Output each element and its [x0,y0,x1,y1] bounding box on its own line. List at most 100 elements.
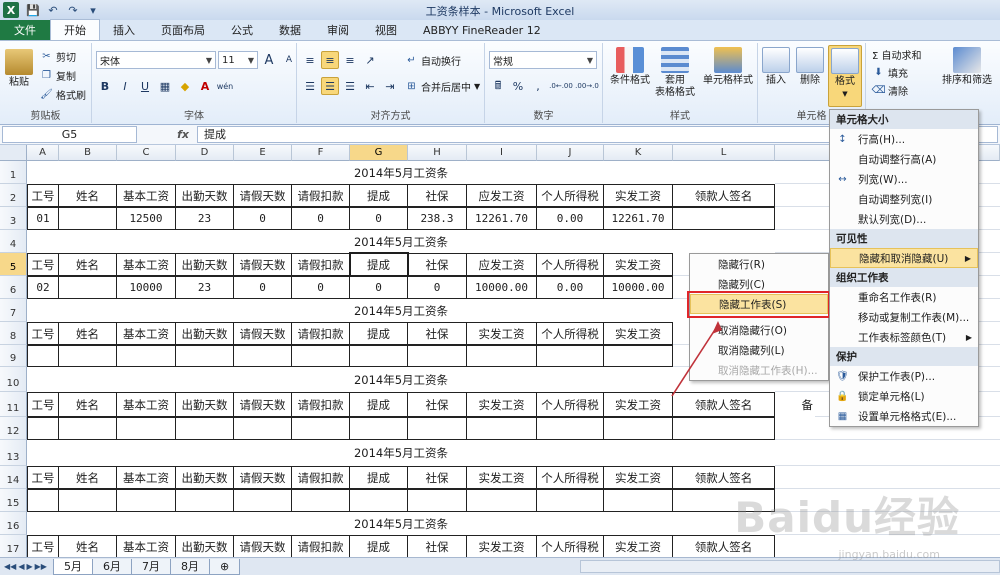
cell[interactable]: 基本工资 [117,322,176,345]
phonetic-icon[interactable]: wén [216,77,234,95]
cell[interactable]: 0 [350,207,408,230]
row-header-12[interactable]: 12 [0,417,27,440]
cell[interactable]: 基本工资 [117,466,176,489]
payslip-title[interactable]: 2014年5月工资条 [27,161,775,184]
cell[interactable]: 个人所得税 [537,253,604,276]
customize-qat-icon[interactable]: ▾ [85,4,101,17]
payslip-title[interactable]: 2014年5月工资条 [27,299,775,322]
tab-file[interactable]: 文件 [0,20,50,40]
sheet-tab-june[interactable]: 6月 [91,558,132,575]
cell[interactable]: 请假扣款 [292,535,350,557]
cell[interactable]: 提成 [350,184,408,207]
row-header-11[interactable]: 11 [0,392,27,417]
align-right-icon[interactable]: ☰ [341,77,359,95]
cell[interactable]: 出勤天数 [176,184,234,207]
save-icon[interactable]: 💾 [25,4,41,17]
column-header-l[interactable]: L [673,145,775,161]
cell[interactable] [604,417,673,440]
hide-rows-item[interactable]: 隐藏行(R) [690,254,828,274]
column-header-f[interactable]: F [292,145,350,161]
undo-icon[interactable]: ↶ [45,4,61,17]
cell[interactable]: 提成 [350,253,408,276]
name-box[interactable]: G5 [2,126,137,143]
cell[interactable]: 个人所得税 [537,466,604,489]
tab-abbyy[interactable]: ABBYY FineReader 12 [410,20,554,40]
row-header-14[interactable]: 14 [0,466,27,489]
cell[interactable]: 工号 [27,322,59,345]
cell[interactable]: 23 [176,276,234,299]
wrap-text-button[interactable]: ↵ 自动换行 [405,53,461,68]
cell[interactable]: 实发工资 [467,322,537,345]
delete-cells-button[interactable]: 删除 [794,47,826,87]
cell[interactable] [234,489,292,512]
cell[interactable]: 实发工资 [467,535,537,557]
cell[interactable]: 0 [292,276,350,299]
increase-indent-icon[interactable]: ⇥ [381,77,399,95]
row-header-2[interactable]: 2 [0,184,27,207]
cell[interactable]: 出勤天数 [176,322,234,345]
row-header-4[interactable]: 4 [0,230,27,253]
cell[interactable] [604,345,673,367]
cell[interactable] [673,417,775,440]
cell[interactable]: 请假天数 [234,392,292,417]
cell[interactable]: 工号 [27,184,59,207]
cell[interactable] [350,489,408,512]
column-header-d[interactable]: D [176,145,234,161]
hide-columns-item[interactable]: 隐藏列(C) [690,274,828,294]
cell[interactable]: 10000.00 [467,276,537,299]
cell[interactable] [467,345,537,367]
cell[interactable]: 0 [234,207,292,230]
font-size-combo[interactable]: 11 ▼ [218,51,258,69]
cell[interactable]: 工号 [27,253,59,276]
tab-data[interactable]: 数据 [266,20,314,40]
cell[interactable]: 0 [292,207,350,230]
align-left-icon[interactable]: ☰ [301,77,319,95]
autofit-row-height-item[interactable]: 自动调整行高(A) [830,149,978,169]
cell[interactable] [234,345,292,367]
sheet-tab-may[interactable]: 5月 [52,558,93,575]
align-bottom-icon[interactable]: ≡ [341,51,359,69]
cell[interactable] [234,417,292,440]
cell[interactable]: 02 [27,276,59,299]
tab-insert[interactable]: 插入 [100,20,148,40]
cell[interactable] [537,345,604,367]
format-cells-item[interactable]: ▦ 设置单元格格式(E)... [830,406,978,426]
underline-icon[interactable]: U [136,77,154,95]
cell[interactable] [117,489,176,512]
cell[interactable]: 姓名 [59,535,117,557]
format-as-table-button[interactable]: 套用 表格格式 [653,47,697,99]
cell[interactable] [59,207,117,230]
cell[interactable]: 请假天数 [234,322,292,345]
column-header-i[interactable]: I [467,145,537,161]
copy-button[interactable]: ❐ 复制 [40,68,76,83]
sheet-tab-july[interactable]: 7月 [130,558,171,575]
row-header-1[interactable]: 1 [0,161,27,184]
cell[interactable]: 238.3 [408,207,467,230]
paste-button[interactable]: 粘贴 [4,49,34,89]
tab-color-item[interactable]: 工作表标签颜色(T) ▶ [830,327,978,347]
italic-icon[interactable]: I [116,77,134,95]
select-all-corner[interactable] [0,145,27,161]
cell[interactable]: 实发工资 [604,253,673,276]
row-header-9[interactable]: 9 [0,345,27,367]
font-name-combo[interactable]: 宋体 ▼ [96,51,216,69]
decrease-indent-icon[interactable]: ⇤ [361,77,379,95]
cell[interactable]: 请假扣款 [292,392,350,417]
row-header-15[interactable]: 15 [0,489,27,512]
cell[interactable] [292,345,350,367]
cell[interactable]: 请假天数 [234,535,292,557]
cell[interactable]: 社保 [408,535,467,557]
cell[interactable] [176,345,234,367]
function-icon[interactable]: fx [137,128,197,141]
cell[interactable] [408,417,467,440]
cell[interactable]: 姓名 [59,322,117,345]
column-header-a[interactable]: A [27,145,59,161]
cell[interactable]: 0 [408,276,467,299]
cell[interactable]: 请假天数 [234,184,292,207]
cell[interactable]: 01 [27,207,59,230]
unhide-columns-item[interactable]: 取消隐藏列(L) [690,340,828,360]
payslip-title[interactable]: 2014年5月工资条 [27,367,775,392]
cell[interactable] [27,345,59,367]
cell[interactable]: 基本工资 [117,392,176,417]
unhide-rows-item[interactable]: 取消隐藏行(O) [690,320,828,340]
